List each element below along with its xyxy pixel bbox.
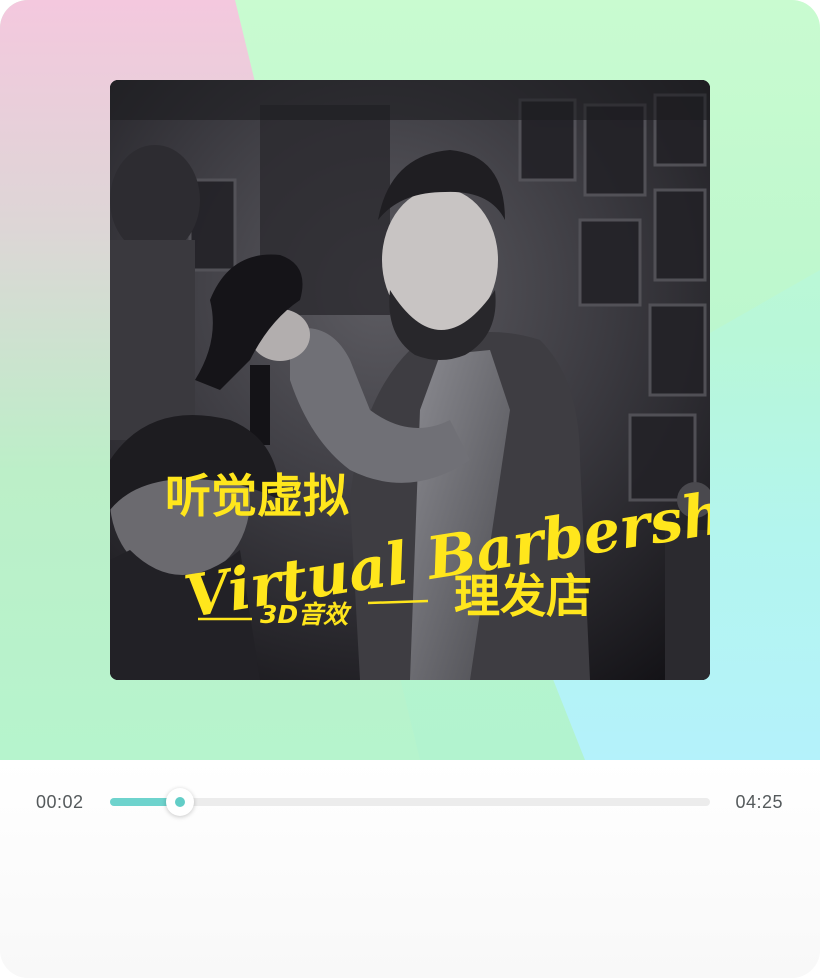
player-card: 听觉虚拟 Virtual Barbershop 理发店 3D音效 00:02 0… [0, 0, 820, 978]
progress-thumb-dot [175, 797, 185, 807]
album-cover: 听觉虚拟 Virtual Barbershop 理发店 3D音效 [110, 80, 710, 680]
gradient-background: 听觉虚拟 Virtual Barbershop 理发店 3D音效 [0, 0, 820, 760]
cover-title-cn: 听觉虚拟 [165, 469, 349, 523]
current-time: 00:02 [36, 792, 84, 812]
progress-thumb[interactable] [166, 788, 194, 816]
cover-subtitle-3d: 3D音效 [260, 600, 352, 629]
cover-artwork: 听觉虚拟 Virtual Barbershop 理发店 3D音效 [110, 80, 710, 680]
progress-bar[interactable] [110, 788, 710, 816]
playback-controls: 00:02 04:25 [0, 760, 820, 978]
total-time: 04:25 [735, 792, 783, 812]
cover-title-cn-2: 理发店 [454, 569, 592, 623]
